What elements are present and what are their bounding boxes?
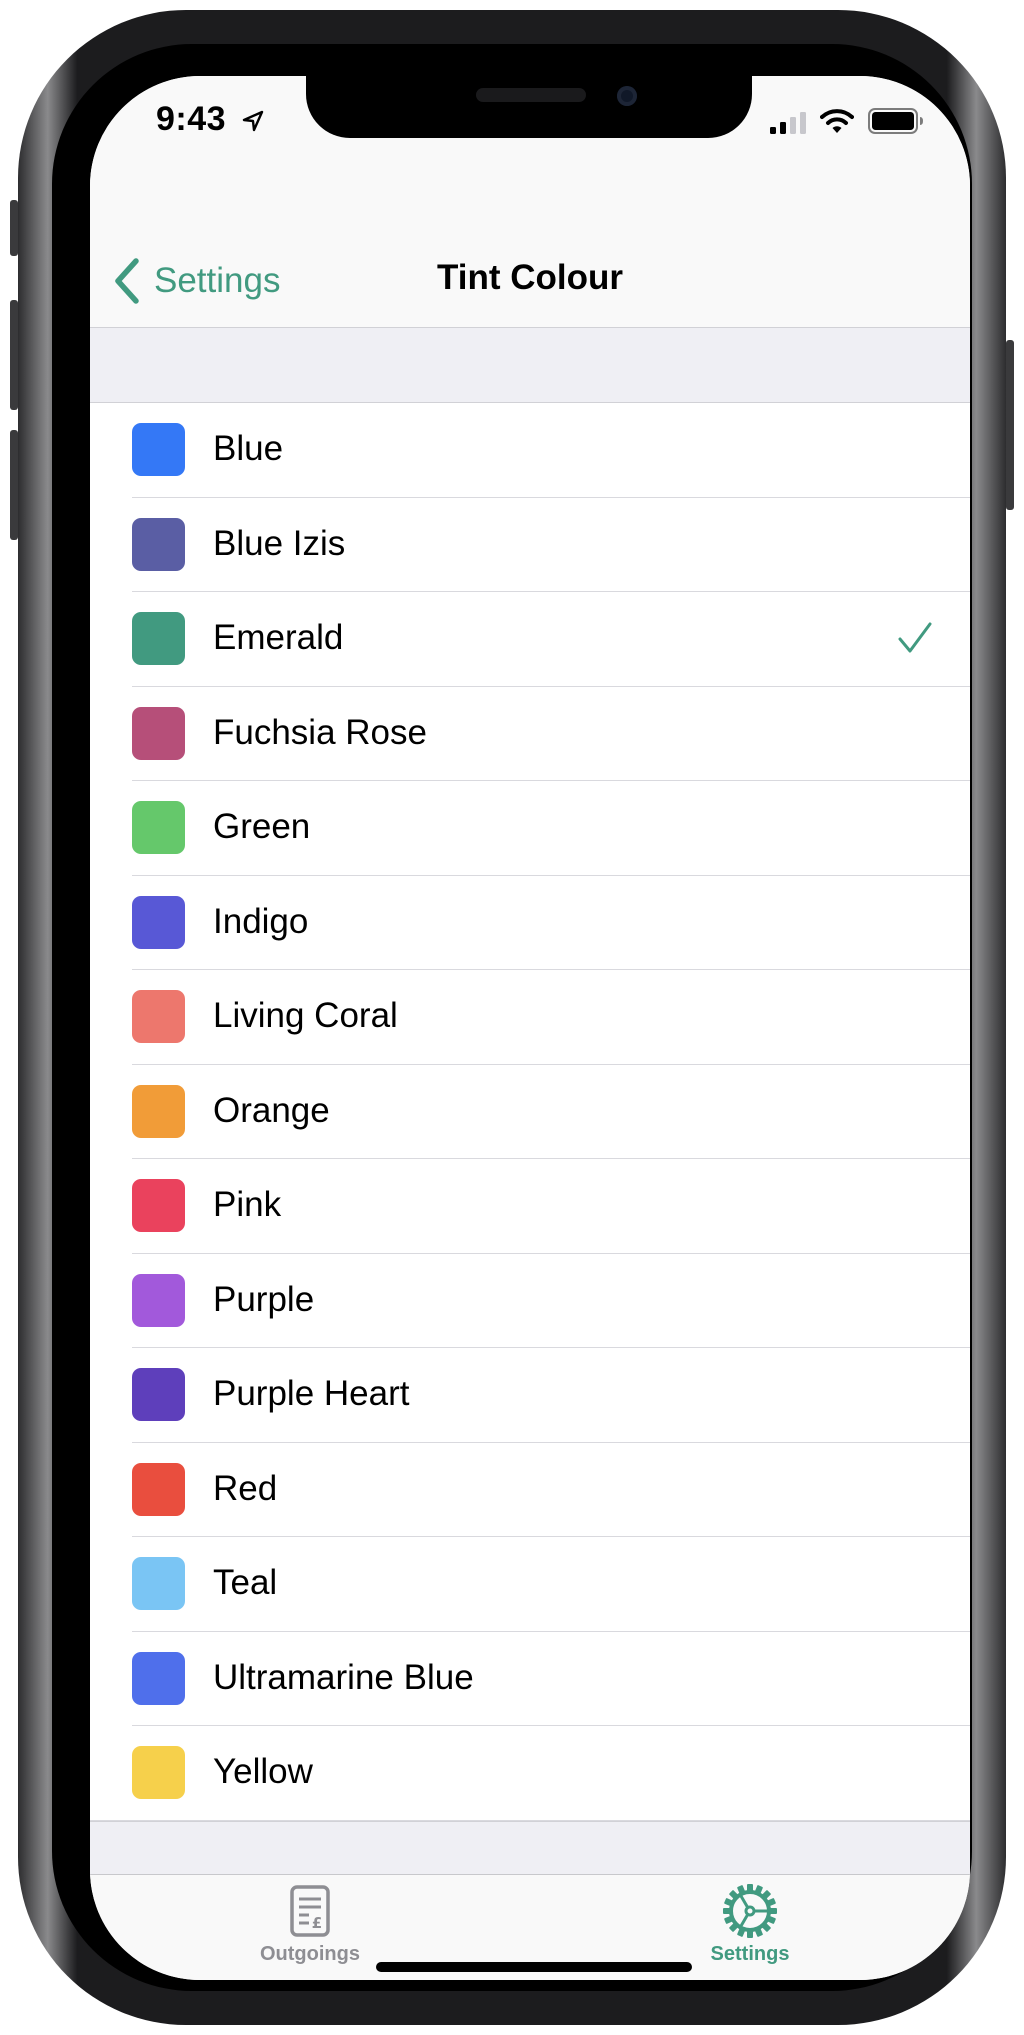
- section-footer-spacer: [90, 1821, 970, 1874]
- colour-row-emerald[interactable]: Emerald: [90, 592, 970, 687]
- svg-text:£: £: [312, 1914, 322, 1932]
- colour-swatch: [132, 1273, 185, 1327]
- tab-outgoings[interactable]: £ Outgoings: [210, 1883, 410, 1973]
- colour-row-teal[interactable]: Teal: [90, 1537, 970, 1632]
- checkmark-icon: [898, 622, 932, 653]
- colour-swatch: [132, 612, 185, 665]
- screen: 9:43 Settings Tint Colour Blue Blue Izis…: [90, 76, 970, 1980]
- colour-label: Orange: [213, 1090, 330, 1130]
- section-header-spacer: [90, 328, 970, 403]
- tab-settings[interactable]: Settings: [650, 1883, 850, 1973]
- colour-label: Pink: [213, 1185, 282, 1224]
- colour-row-blue[interactable]: Blue: [90, 403, 970, 498]
- volume-up-button: [10, 300, 18, 410]
- colour-swatch: [132, 1651, 185, 1705]
- colour-swatch: [132, 1084, 185, 1138]
- page-title: Tint Colour: [437, 258, 623, 297]
- battery-icon: [868, 108, 923, 134]
- colour-row-yellow[interactable]: Yellow: [90, 1726, 970, 1821]
- status-time: 9:43: [156, 100, 227, 138]
- front-camera: [617, 86, 637, 106]
- colour-label: Purple: [213, 1279, 315, 1319]
- power-button: [1006, 340, 1014, 510]
- volume-down-button: [10, 430, 18, 540]
- cellular-signal-icon: [770, 112, 806, 134]
- home-indicator[interactable]: [376, 1962, 692, 1972]
- document-pound-icon: £: [290, 1885, 330, 1937]
- colour-row-purple[interactable]: Purple: [90, 1254, 970, 1349]
- colour-swatch: [132, 517, 185, 571]
- colour-label: Blue: [213, 429, 284, 468]
- navigation-bar: Settings Tint Colour: [90, 176, 970, 328]
- silent-switch: [10, 200, 18, 256]
- colour-swatch: [132, 1179, 185, 1232]
- tint-colour-list: Blue Blue Izis Emerald Fuchsia Rose Green Ind…: [90, 403, 970, 1821]
- gear-icon: [723, 1884, 777, 1938]
- colour-swatch: [132, 895, 185, 949]
- colour-row-pink[interactable]: Pink: [90, 1159, 970, 1254]
- colour-label: Yellow: [213, 1752, 313, 1791]
- colour-row-red[interactable]: Red: [90, 1443, 970, 1538]
- colour-swatch: [132, 706, 185, 760]
- colour-label: Fuchsia Rose: [213, 712, 427, 752]
- colour-swatch: [132, 1746, 185, 1799]
- colour-label: Green: [213, 807, 311, 846]
- colour-label: Emerald: [213, 618, 344, 657]
- colour-label: Teal: [213, 1563, 278, 1602]
- colour-swatch: [132, 423, 185, 476]
- colour-swatch: [132, 1368, 185, 1421]
- phone-frame: 9:43 Settings Tint Colour Blue Blue Izis…: [10, 10, 1014, 2025]
- colour-swatch: [132, 1557, 185, 1610]
- colour-swatch: [132, 801, 185, 854]
- speaker: [476, 88, 586, 102]
- colour-label: Indigo: [213, 901, 309, 941]
- colour-row-indigo[interactable]: Indigo: [90, 876, 970, 971]
- colour-row-orange[interactable]: Orange: [90, 1065, 970, 1160]
- colour-row-green[interactable]: Green: [90, 781, 970, 876]
- location-arrow-icon: [242, 110, 264, 132]
- colour-label: Blue Izis: [213, 523, 346, 563]
- colour-row-purple-heart[interactable]: Purple Heart: [90, 1348, 970, 1443]
- colour-swatch: [132, 990, 185, 1043]
- colour-label: Red: [213, 1468, 278, 1508]
- colour-row-fuchsia-rose[interactable]: Fuchsia Rose: [90, 687, 970, 782]
- colour-row-blue-izis[interactable]: Blue Izis: [90, 498, 970, 593]
- colour-row-living-coral[interactable]: Living Coral: [90, 970, 970, 1065]
- colour-row-ultramarine-blue[interactable]: Ultramarine Blue: [90, 1632, 970, 1727]
- notch: [306, 76, 752, 138]
- colour-label: Ultramarine Blue: [213, 1657, 474, 1697]
- colour-swatch: [132, 1462, 185, 1516]
- colour-label: Purple Heart: [213, 1374, 410, 1413]
- wifi-icon: [820, 109, 854, 133]
- colour-label: Living Coral: [213, 996, 398, 1035]
